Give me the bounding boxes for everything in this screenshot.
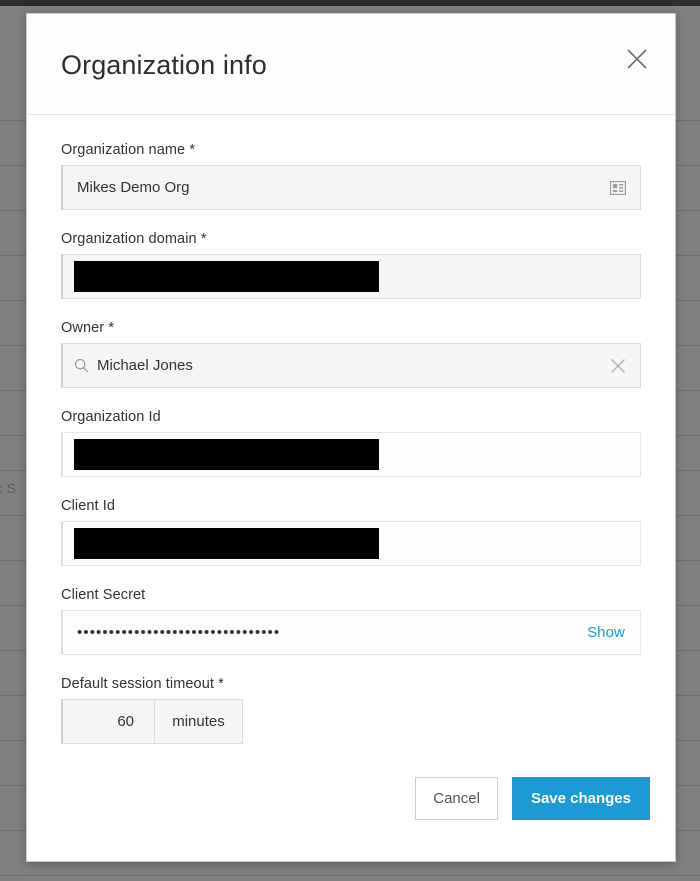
clear-icon[interactable] — [596, 344, 640, 387]
background-table-cell-text: ic S — [0, 480, 17, 496]
redacted-value — [74, 261, 379, 292]
label-text: Organization domain — [61, 231, 197, 247]
label-text: Organization name — [61, 142, 186, 158]
session-timeout-input[interactable]: 60 — [61, 699, 155, 744]
cancel-button[interactable]: Cancel — [415, 776, 498, 820]
background-row-divider — [0, 875, 700, 876]
organization-name-value: Mikes Demo Org — [77, 179, 190, 196]
session-timeout-row: 60 minutes — [61, 699, 641, 744]
required-marker: * — [108, 320, 115, 336]
session-timeout-unit: minutes — [155, 699, 243, 744]
client-secret-input[interactable]: •••••••••••••••••••••••••••••••• Show — [61, 610, 641, 655]
field-client-secret: Client Secret ••••••••••••••••••••••••••… — [61, 587, 641, 655]
page-title: Organization info — [61, 50, 267, 80]
session-timeout-label: Default session timeout * — [61, 676, 641, 692]
organization-id-label: Organization Id — [61, 409, 641, 425]
organization-domain-label: Organization domain * — [61, 231, 641, 247]
show-secret-link[interactable]: Show — [587, 624, 640, 641]
field-organization-domain: Organization domain * — [61, 231, 641, 299]
owner-value: Michael Jones — [97, 357, 193, 374]
dialog-footer: Cancel Save changes — [27, 765, 675, 861]
field-organization-name: Organization name * Mikes Demo Org — [61, 142, 641, 210]
dialog-header: Organization info — [27, 14, 675, 115]
client-id-label: Client Id — [61, 498, 641, 514]
organization-info-dialog: Organization info Organization name * Mi… — [26, 13, 676, 862]
label-text: Default session timeout — [61, 676, 215, 692]
client-id-input[interactable] — [61, 521, 641, 566]
label-text: Organization Id — [61, 409, 161, 425]
owner-input[interactable]: Michael Jones — [61, 343, 641, 388]
search-icon — [63, 358, 91, 373]
save-button[interactable]: Save changes — [511, 776, 650, 820]
organization-domain-input[interactable] — [61, 254, 641, 299]
organization-name-input[interactable]: Mikes Demo Org — [61, 165, 641, 210]
owner-label: Owner * — [61, 320, 641, 336]
contact-card-icon[interactable] — [596, 166, 640, 209]
client-secret-label: Client Secret — [61, 587, 146, 603]
required-marker: * — [200, 231, 207, 247]
redacted-value — [74, 439, 379, 470]
organization-id-input[interactable] — [61, 432, 641, 477]
field-organization-id: Organization Id — [61, 409, 641, 477]
field-session-timeout: Default session timeout * 60 minutes — [61, 676, 641, 744]
dialog-body: Organization name * Mikes Demo Org Organ… — [27, 115, 675, 765]
field-owner: Owner * Michael Jones — [61, 320, 641, 388]
redacted-value — [74, 528, 379, 559]
app-topbar — [0, 0, 700, 6]
field-client-id: Client Id — [61, 498, 641, 566]
required-marker: * — [189, 142, 196, 158]
close-icon[interactable] — [619, 41, 655, 77]
label-text: Client Id — [61, 498, 116, 514]
label-text: Owner — [61, 320, 105, 336]
client-secret-masked-value: •••••••••••••••••••••••••••••••• — [77, 624, 281, 641]
required-marker: * — [218, 676, 224, 692]
organization-name-label: Organization name * — [61, 142, 641, 158]
